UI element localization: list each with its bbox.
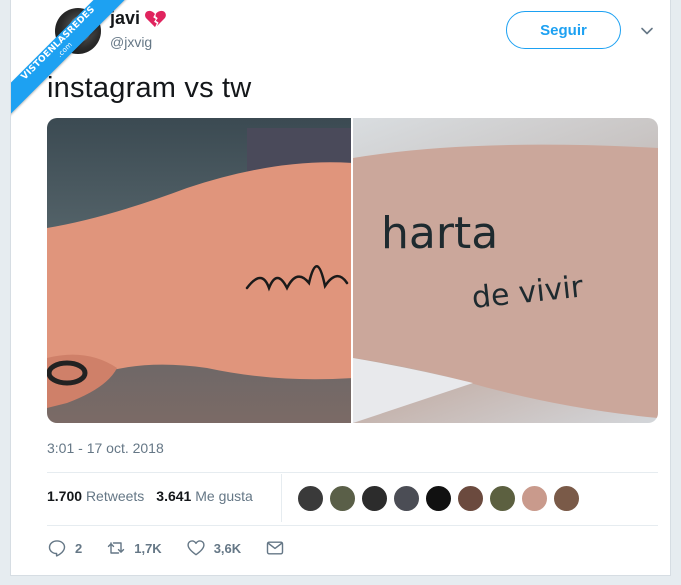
retweets-label[interactable]: Retweets xyxy=(86,488,144,504)
tweet-timestamp[interactable]: 3:01 - 17 oct. 2018 xyxy=(47,440,164,456)
likes-count[interactable]: 3.641 xyxy=(156,488,191,504)
likes-stat[interactable]: 3.641 Me gusta xyxy=(156,488,253,504)
liker-avatar[interactable] xyxy=(457,485,484,512)
retweet-count: 1,7K xyxy=(134,540,162,556)
retweet-icon[interactable] xyxy=(106,538,126,558)
liker-avatar[interactable] xyxy=(425,485,452,512)
message-action[interactable] xyxy=(265,538,285,558)
twitter-tattoo-photo[interactable]: harta de vivir xyxy=(352,118,658,423)
like-action[interactable]: 3,6K xyxy=(186,538,241,558)
liker-avatar[interactable] xyxy=(489,485,516,512)
message-icon[interactable] xyxy=(265,538,285,558)
tweet-actions: 2 1,7K 3,6K xyxy=(47,538,309,558)
liker-avatar[interactable] xyxy=(297,485,324,512)
follow-button[interactable]: Seguir xyxy=(506,11,621,49)
tweet-media[interactable]: art harta de vivir xyxy=(47,118,658,423)
reply-count: 2 xyxy=(75,540,83,556)
likers-avatars xyxy=(297,485,580,512)
watermark-ribbon: VISTOENLASREDES .com xyxy=(11,0,131,120)
reply-icon[interactable] xyxy=(47,538,67,558)
reply-action[interactable]: 2 xyxy=(47,538,82,558)
instagram-tattoo-photo[interactable]: art xyxy=(47,118,353,423)
retweets-count[interactable]: 1.700 xyxy=(47,488,82,504)
liker-avatar[interactable] xyxy=(521,485,548,512)
liker-avatar[interactable] xyxy=(329,485,356,512)
stats-separator xyxy=(281,474,282,522)
retweets-stat[interactable]: 1.700 Retweets xyxy=(47,488,144,504)
watermark-subtext: .com xyxy=(55,40,74,59)
liker-avatar[interactable] xyxy=(553,485,580,512)
likes-label[interactable]: Me gusta xyxy=(195,488,253,504)
right-photo-illustration: harta de vivir xyxy=(352,144,658,423)
tweet-stats: 1.700 Retweets 3.641 Me gusta xyxy=(47,488,253,504)
liker-avatar[interactable] xyxy=(361,485,388,512)
broken-heart-icon xyxy=(145,10,166,27)
like-count: 3,6K xyxy=(213,540,242,556)
chevron-down-icon[interactable] xyxy=(640,24,654,38)
right-tattoo-line1: harta xyxy=(381,208,498,259)
watermark-text: VISTOENLASREDES xyxy=(19,4,98,83)
tweet-card: VISTOENLASREDES .com javi @jxvig Seguir … xyxy=(10,0,671,576)
liker-avatar[interactable] xyxy=(393,485,420,512)
like-icon[interactable] xyxy=(186,538,206,558)
retweet-action[interactable]: 1,7K xyxy=(106,538,162,558)
divider-bottom xyxy=(47,525,658,526)
divider-top xyxy=(47,472,658,473)
left-photo-illustration: art xyxy=(47,128,351,408)
